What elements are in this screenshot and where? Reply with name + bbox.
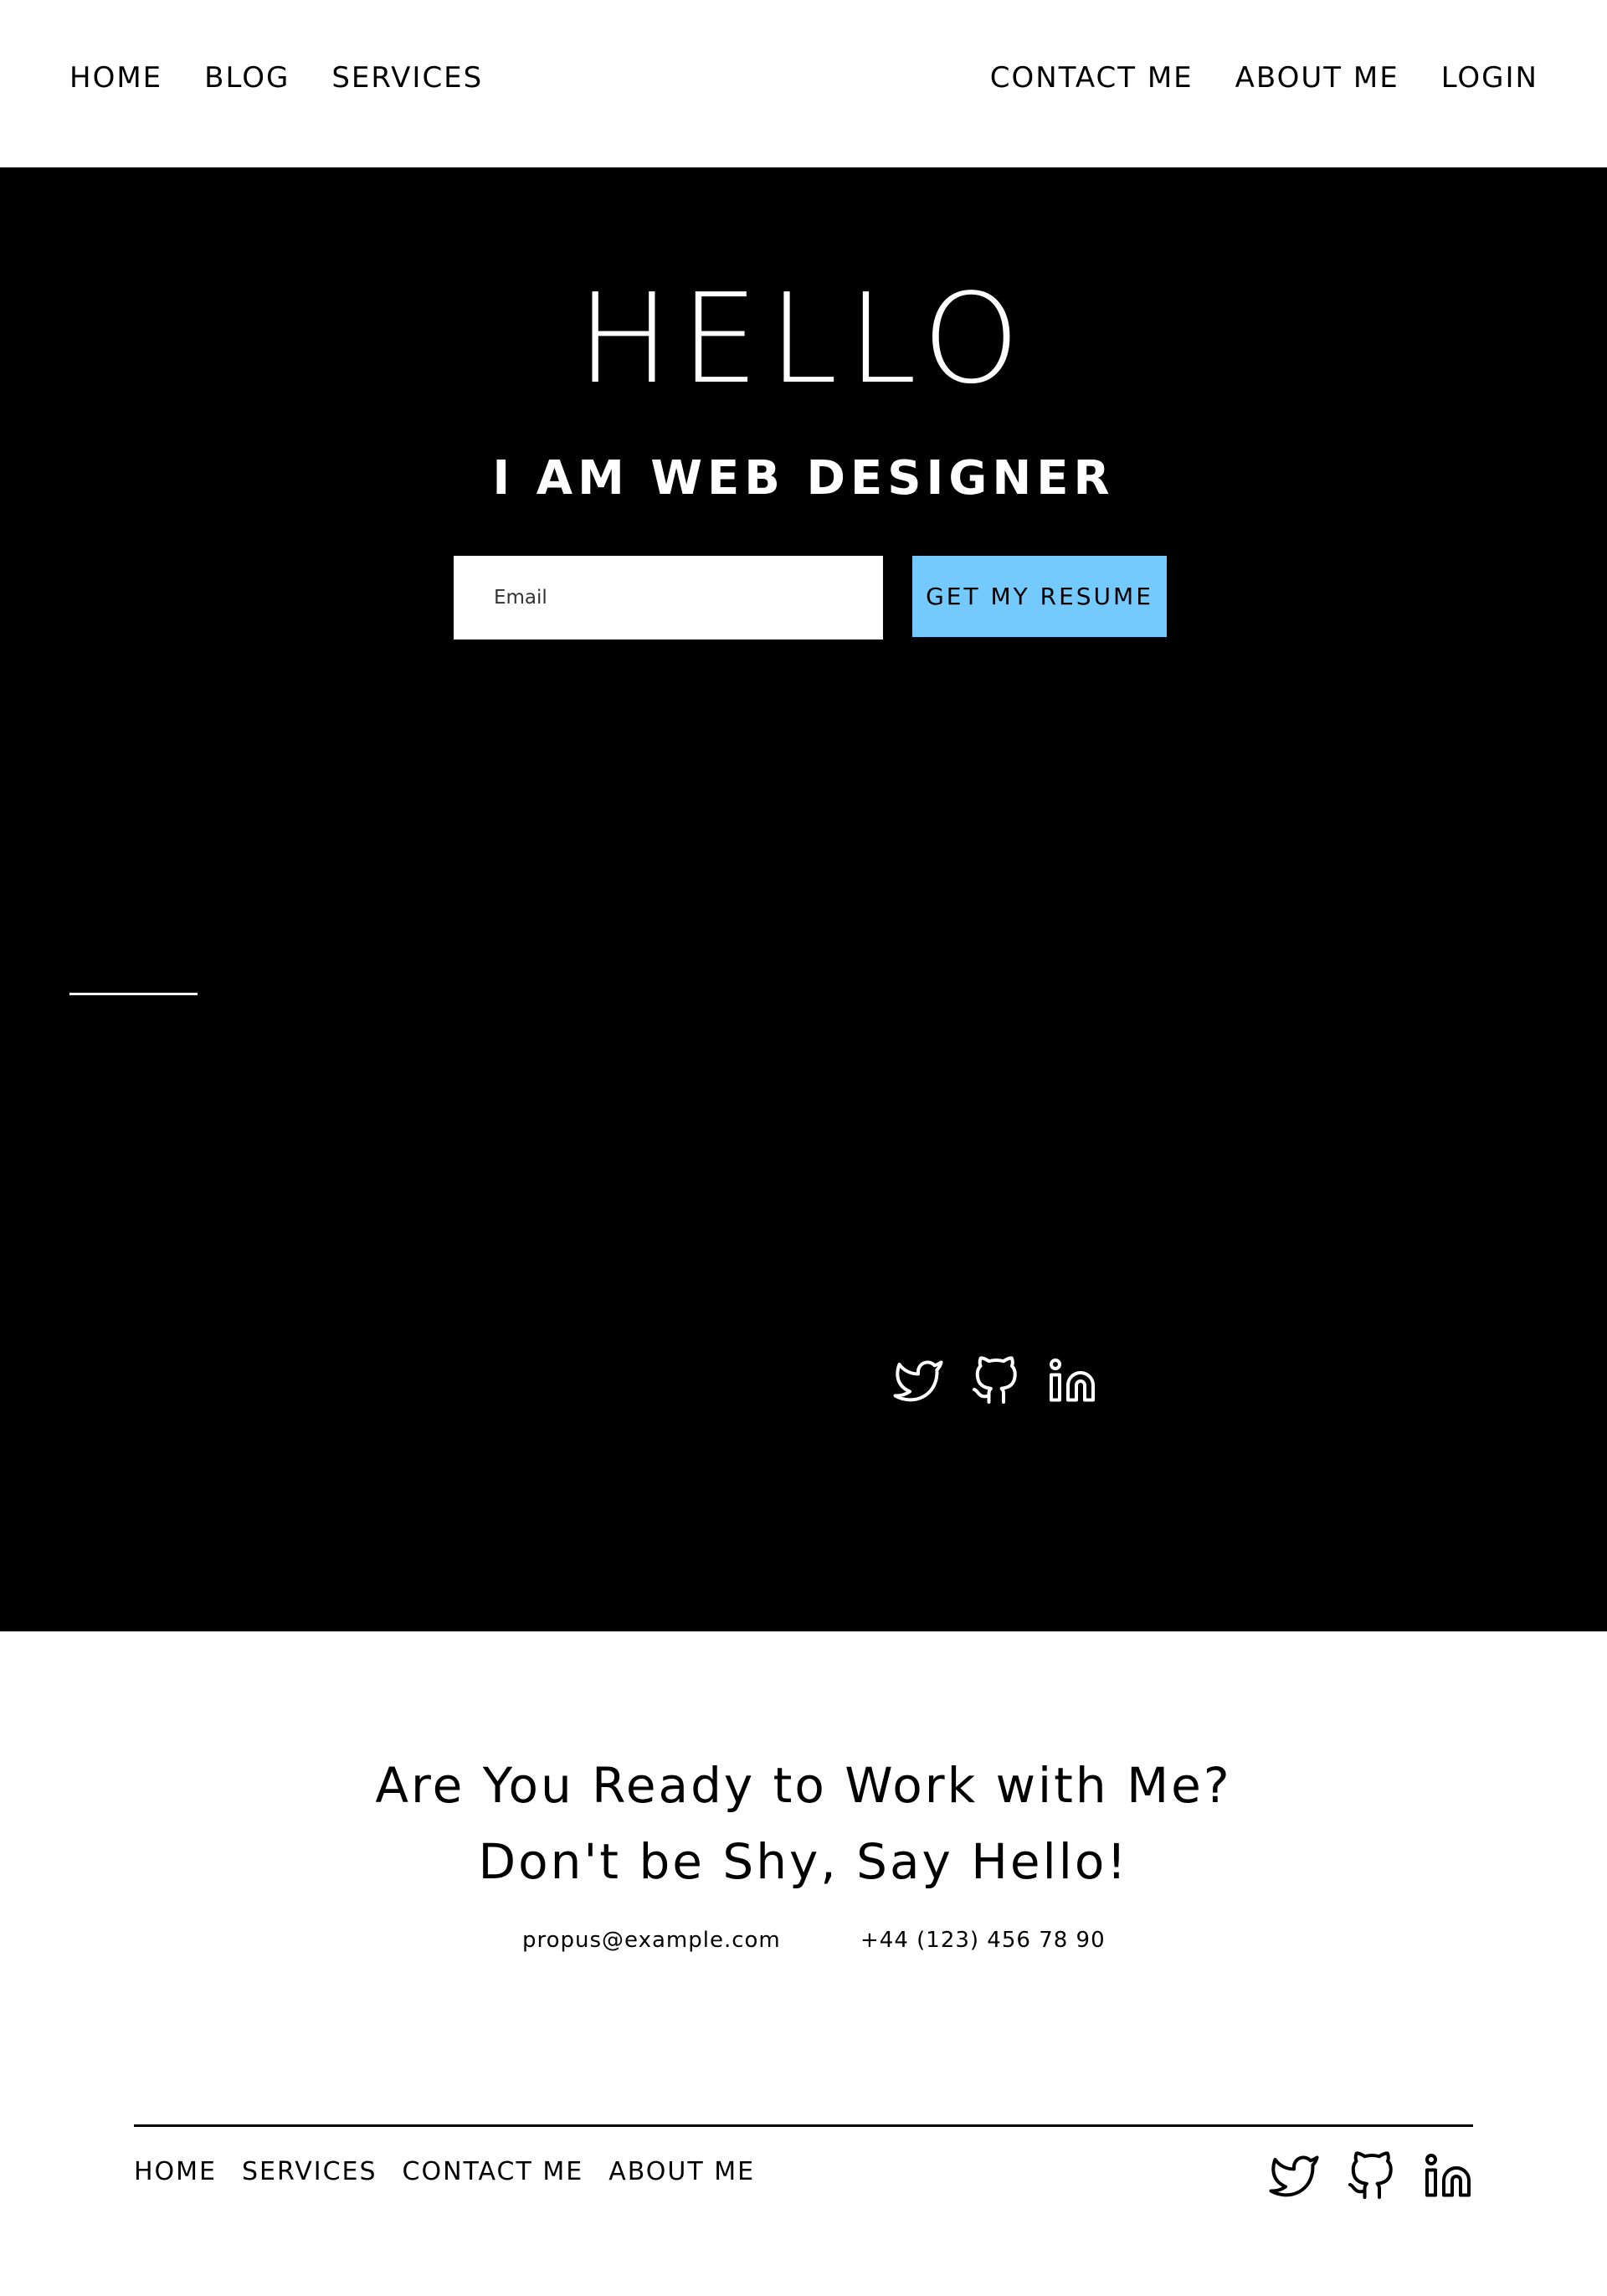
github-icon[interactable]: [1346, 2151, 1396, 2201]
top-nav: HOME BLOG SERVICES CONTACT ME ABOUT ME L…: [0, 0, 1607, 167]
about-heading: ABOUT ME: [69, 840, 283, 878]
nav-login-link[interactable]: LOGIN: [1441, 64, 1538, 92]
cta-subheadline: Don't be Shy, Say Hello!: [478, 1833, 1129, 1890]
top-nav-right: CONTACT ME ABOUT ME LOGIN: [990, 64, 1538, 92]
footer-divider: [134, 2124, 1473, 2127]
footer-home-link[interactable]: HOME: [134, 2160, 217, 2185]
cta-headline: Are You Ready to Work with Me?: [375, 1757, 1232, 1814]
footer-social-links: [1269, 2151, 1473, 2201]
footer-about-link[interactable]: ABOUT ME: [608, 2160, 755, 2185]
about-divider: [69, 993, 198, 995]
email-input[interactable]: [454, 556, 883, 639]
footer-nav: HOME SERVICES CONTACT ME ABOUT ME: [134, 2160, 755, 2185]
follow-me-label: FOLLOW ME: [901, 1307, 1060, 1335]
get-resume-button[interactable]: GET MY RESUME: [912, 556, 1167, 637]
about-subheading: I'M A UX/UI DESIGNER & GRAPHIC DESIGNER: [69, 892, 463, 972]
twitter-icon[interactable]: [893, 1356, 943, 1406]
contact-phone-link[interactable]: +44 (123) 456 78 90: [860, 1929, 1106, 1951]
social-links: [893, 1356, 1097, 1406]
nav-about-link[interactable]: ABOUT ME: [1235, 64, 1399, 92]
contact-email-link[interactable]: propus@example.com: [522, 1929, 781, 1951]
nav-contact-link[interactable]: CONTACT ME: [990, 64, 1194, 92]
nav-home-link[interactable]: HOME: [69, 64, 162, 92]
hero-subtitle: I AM WEB DESIGNER: [492, 451, 1115, 506]
twitter-icon[interactable]: [1269, 2151, 1319, 2201]
footer-services-link[interactable]: SERVICES: [242, 2160, 377, 2185]
footer-contact-link[interactable]: CONTACT ME: [403, 2160, 584, 2185]
about-paragraph-2: Nulla pharetra diam sit amet nisl suscip…: [893, 1072, 1360, 1256]
about-paragraph-1: Cursus in hac habitasse platea dictumst.…: [893, 840, 1461, 1024]
linkedin-icon[interactable]: [1423, 2151, 1473, 2201]
linkedin-icon[interactable]: [1047, 1356, 1097, 1406]
nav-services-link[interactable]: SERVICES: [331, 64, 483, 92]
top-nav-left: HOME BLOG SERVICES: [69, 64, 483, 92]
hero-title: HELLO: [577, 267, 1030, 411]
github-icon[interactable]: [970, 1356, 1020, 1406]
nav-blog-link[interactable]: BLOG: [204, 64, 290, 92]
